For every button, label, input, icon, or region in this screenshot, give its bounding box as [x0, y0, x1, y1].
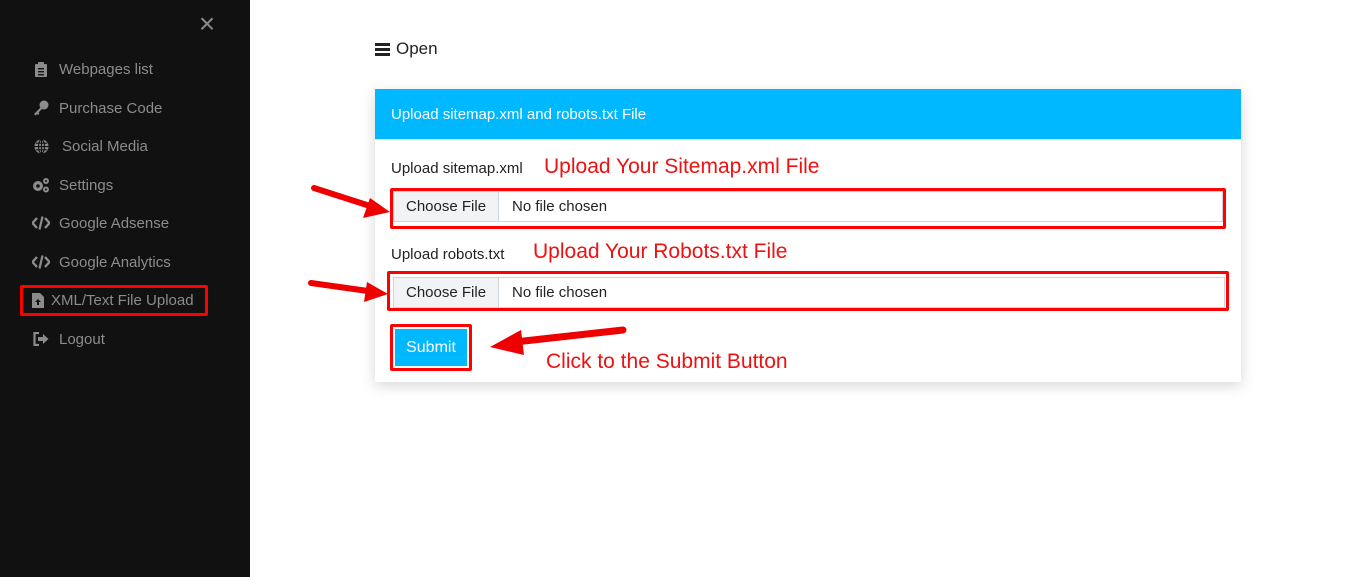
arrow-icon: [308, 280, 388, 302]
annotation-arrows: [308, 185, 627, 355]
arrow-icon: [311, 185, 390, 218]
arrow-icon: [490, 326, 627, 355]
